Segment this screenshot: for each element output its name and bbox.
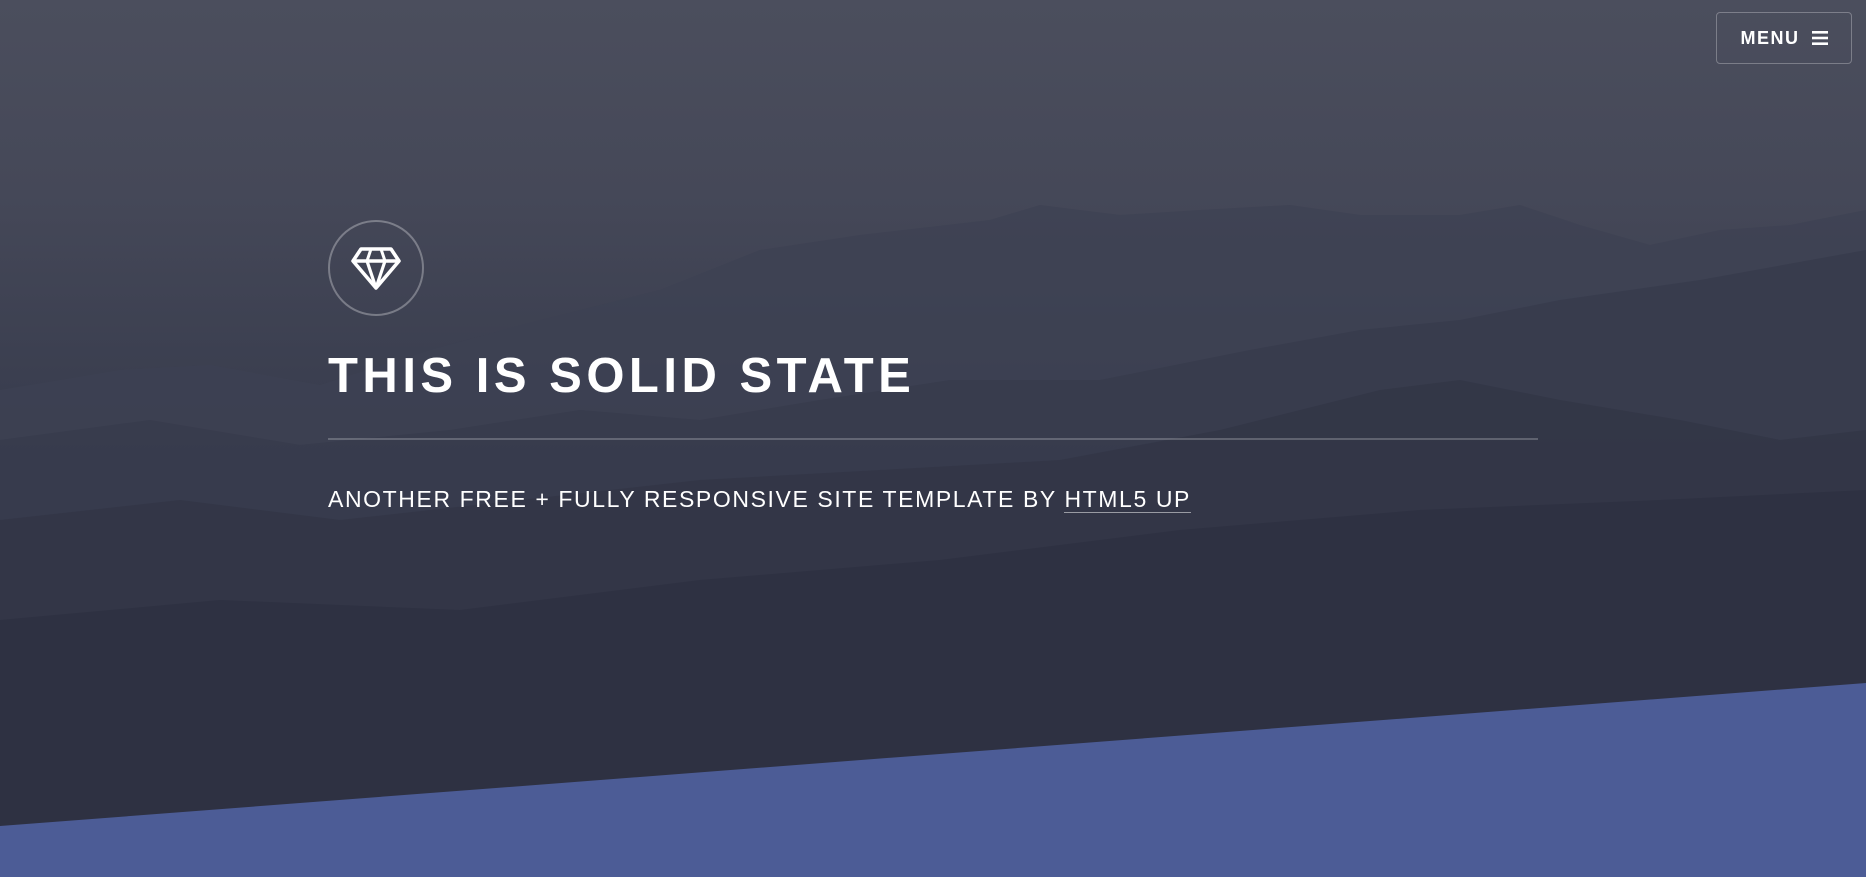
header: MENU: [0, 0, 1866, 64]
page: MENU THIS IS SOLID STATE ANOTHER FREE + …: [0, 0, 1866, 877]
page-title: THIS IS SOLID STATE: [328, 349, 916, 403]
menu-button[interactable]: MENU: [1716, 12, 1852, 64]
menu-label: MENU: [1740, 27, 1800, 48]
bars-icon: [1811, 31, 1828, 45]
banner: THIS IS SOLID STATE ANOTHER FREE + FULLY…: [328, 220, 1538, 513]
logo: [328, 220, 424, 316]
divider: [328, 437, 1538, 440]
html5up-link[interactable]: HTML5 UP: [1064, 485, 1191, 513]
subtitle: ANOTHER FREE + FULLY RESPONSIVE SITE TEM…: [328, 485, 1538, 513]
diamond-icon: [351, 247, 401, 290]
subtitle-text: ANOTHER FREE + FULLY RESPONSIVE SITE TEM…: [328, 485, 1065, 512]
